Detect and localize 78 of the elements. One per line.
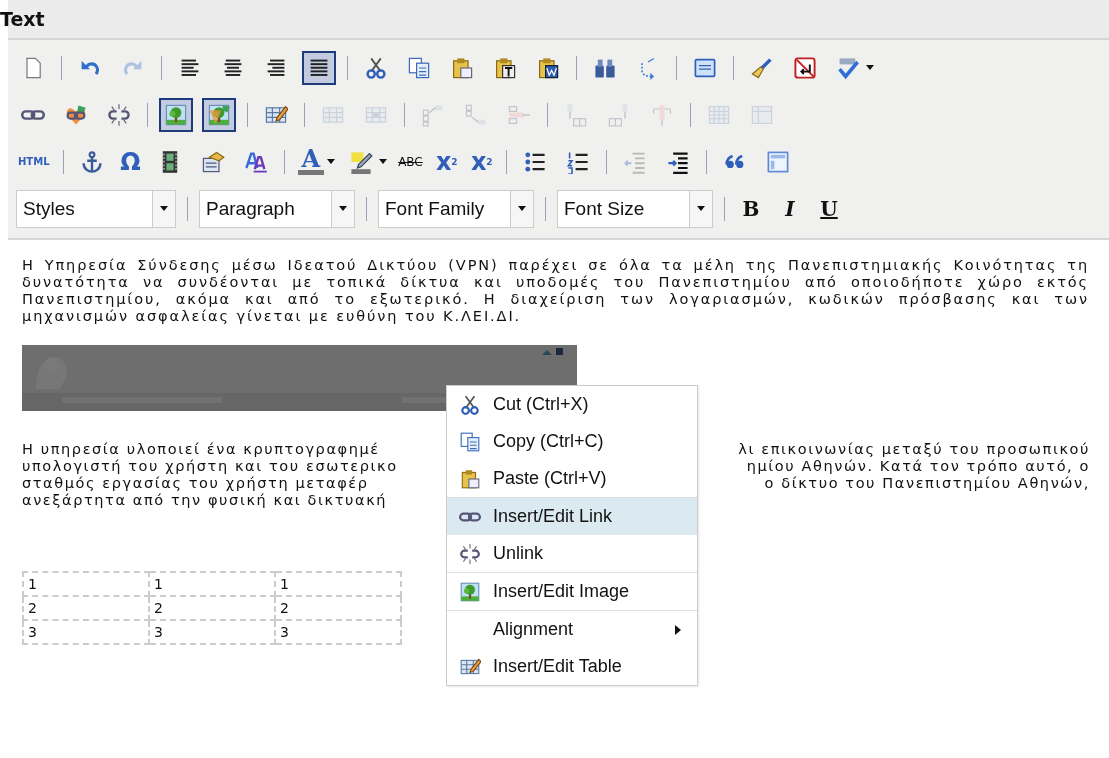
dropdown-arrow[interactable] [379, 159, 388, 164]
bulleted-list-icon [522, 149, 547, 174]
dropdown-arrow[interactable] [866, 65, 874, 70]
crossed-box-icon [793, 55, 817, 80]
menu-item[interactable]: Cut (Ctrl+X) [447, 386, 697, 423]
panel-layout-icon [765, 149, 790, 174]
broken-chain-icon [107, 102, 131, 127]
highlighter-icon [349, 149, 374, 174]
dropdown-select[interactable]: Paragraph [199, 189, 355, 228]
format-button[interactable]: Ω [117, 144, 144, 179]
table-cell: 1 [275, 572, 401, 596]
menu-item[interactable]: Unlink [447, 535, 697, 572]
letter-style-icon [243, 149, 268, 174]
chain-heart-icon [64, 102, 88, 127]
menu-item[interactable]: Alignment [447, 611, 697, 648]
table-cell: 3 [149, 620, 275, 644]
check-mark-icon [836, 55, 860, 80]
paragraph-fragment: ο δίκτυο του Πανεπιστημίου Αθηνών, [764, 475, 1090, 492]
table-cell: 1 [23, 572, 149, 596]
table-column-icon [650, 102, 674, 127]
document-stamp-icon [200, 149, 225, 174]
dropdown-select[interactable]: Styles [16, 189, 176, 228]
toolbar-button[interactable] [202, 97, 236, 132]
anchor-icon [79, 149, 104, 174]
numbered-list-icon [565, 149, 590, 174]
caret-icon [339, 206, 347, 211]
panel-title: Text [0, 8, 45, 30]
clipboard-icon [450, 55, 474, 80]
dropdown-select[interactable]: Font Size [557, 189, 713, 228]
clipboard-icon [536, 55, 560, 80]
table-cell: 1 [149, 572, 275, 596]
copy-icon [407, 55, 431, 80]
paragraph-fragment: λι επικοινωνίας μεταξύ του προσωπικού [738, 441, 1090, 458]
toolbar-button[interactable] [159, 97, 193, 132]
paragraph-fragment: ημίου Αθηνών. Κατά τον τρόπο αυτό, ο [746, 458, 1090, 475]
table-row-icon [464, 102, 488, 127]
menu-item[interactable]: Insert/Edit Link [447, 498, 697, 535]
paragraph: Η Υπηρεσία Σύνδεσης μέσω Ιδεατού Δικτύου (VPN) παρέχει σε όλα τα μέλη της Πανεπιστημιακής Κοινότητας τη δυνατότητα να συνδέονται με τοπικά δίκτυα και υποδομές του Πανεπιστημίου από οποιοδήποτε χώρο εκτός Πανεπιστημίου, ακόμα και από το εξωτερικό. Η διαχείριση των λογαριασμών, κωδικών πρόσβασης και των μηχανισμών ασφαλείας γίνεται με ευθύνη του Κ.ΛΕΙ.ΔΙ. [22, 257, 1089, 325]
scissors-icon [364, 55, 388, 80]
caret-icon [697, 206, 705, 211]
format-button[interactable]: HTML [16, 144, 52, 179]
format-button[interactable]: U [814, 191, 844, 226]
table-row-icon [421, 102, 445, 127]
scissors-icon [459, 393, 481, 416]
paragraph-fragment: Η υπηρεσία υλοποιεί ένα κρυπτογραφημέ [22, 441, 380, 458]
caret-icon [379, 159, 388, 164]
caret-icon [160, 206, 168, 211]
paragraph-fragment: υπολογιστή του χρήστη και του εσωτερικο [22, 458, 398, 475]
tree-picture-icon [164, 102, 188, 127]
table-cell: 2 [149, 596, 275, 620]
format-button[interactable]: ABC [396, 144, 425, 179]
format-button[interactable]: I [775, 191, 805, 226]
toolbar-button[interactable] [302, 50, 336, 85]
tree-picture-icon [459, 580, 481, 603]
caret-icon [327, 159, 336, 164]
menu-item[interactable]: Paste (Ctrl+V) [447, 460, 697, 497]
clipboard-icon [459, 467, 481, 490]
table-cell: 3 [275, 620, 401, 644]
table-cell: 2 [275, 596, 401, 620]
format-button[interactable]: A [295, 144, 327, 179]
paragraph-fragment: σταθμός εργασίας του χρήστη μεταφέρ [22, 475, 369, 492]
broken-chain-icon [459, 542, 481, 565]
format-button[interactable]: B [736, 191, 766, 226]
clipboard-icon [493, 55, 517, 80]
dropdown-arrow[interactable] [327, 159, 336, 164]
caret-icon [866, 65, 874, 70]
submenu-arrow-icon [675, 624, 681, 635]
paragraph-fragment: ανεξάρτητα από την φυσική και δικτυακή [22, 492, 388, 509]
tree-picture-icon [207, 102, 231, 127]
menu-item[interactable]: Copy (Ctrl+C) [447, 423, 697, 460]
dropdown-select[interactable]: Font Family [378, 189, 534, 228]
copy-icon [459, 430, 481, 453]
table-cell: 3 [23, 620, 149, 644]
table-cell: 2 [23, 596, 149, 620]
format-button[interactable]: x$^{2}$ [468, 144, 495, 179]
menu-item[interactable]: Insert/Edit Image [447, 573, 697, 610]
menu-item[interactable]: Insert/Edit Table [447, 648, 697, 685]
caret-icon [518, 206, 526, 211]
